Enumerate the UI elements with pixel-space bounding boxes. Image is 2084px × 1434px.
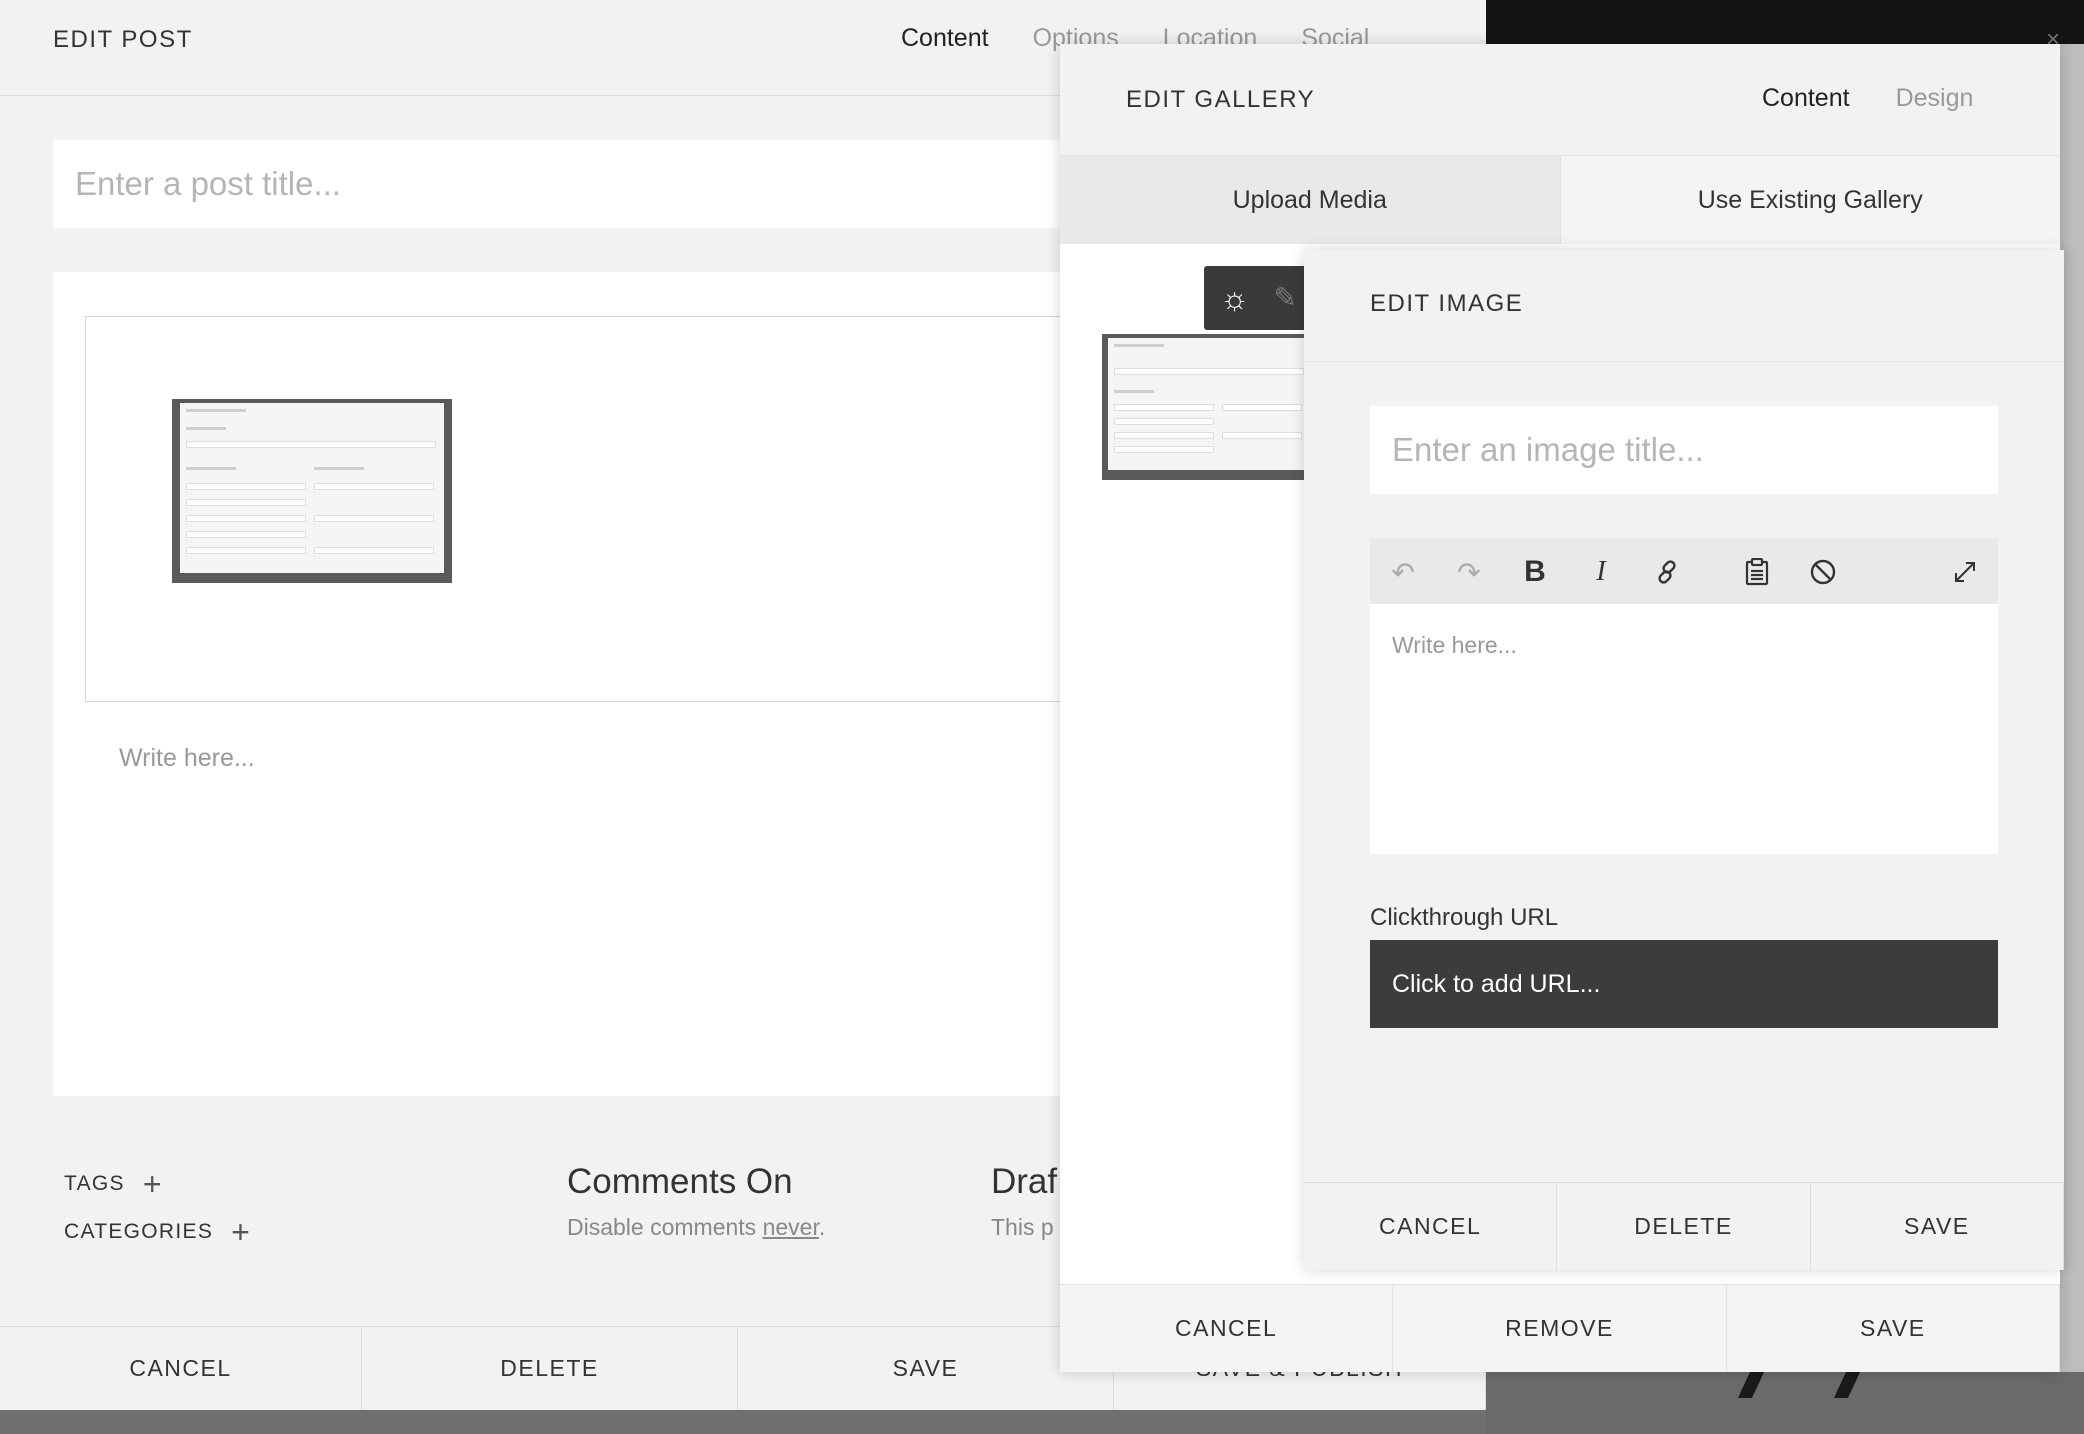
thumbnail-line <box>1114 344 1164 347</box>
edit-gallery-header: EDIT GALLERY Content Design <box>1060 44 2060 156</box>
image-save-button[interactable]: SAVE <box>1811 1183 2064 1270</box>
thumbnail-field <box>186 515 306 522</box>
thumbnail-line <box>1114 390 1154 393</box>
edit-image-panel: EDIT IMAGE ↶ ↷ B I Write here... Clickth… <box>1304 250 2064 1270</box>
thumbnail-preview <box>1108 338 1312 470</box>
add-tag-icon[interactable]: + <box>143 1168 163 1200</box>
gallery-source-tabs: Upload Media Use Existing Gallery <box>1060 156 2060 244</box>
gallery-thumbnail[interactable] <box>172 399 452 583</box>
comments-text-suffix: . <box>818 1214 826 1240</box>
background-strip <box>0 1410 1486 1434</box>
comments-heading: Comments On <box>567 1162 793 1201</box>
italic-icon[interactable]: I <box>1584 555 1618 589</box>
gallery-remove-button[interactable]: REMOVE <box>1393 1285 1727 1372</box>
pencil-icon[interactable]: ✎ <box>1273 282 1296 314</box>
tags-control: TAGS + <box>64 1168 163 1200</box>
thumbnail-field <box>1114 446 1214 453</box>
expand-icon[interactable] <box>1948 555 1982 589</box>
thumbnail-field <box>1114 432 1214 439</box>
image-cancel-button[interactable]: CANCEL <box>1304 1183 1558 1270</box>
gallery-item-thumbnail[interactable] <box>1102 334 1312 480</box>
categories-control: CATEGORIES + <box>64 1216 251 1248</box>
edit-image-title: EDIT IMAGE <box>1370 290 1524 317</box>
post-body-placeholder: Write here... <box>119 744 255 772</box>
undo-icon[interactable]: ↶ <box>1386 555 1420 589</box>
clickthrough-url-field[interactable]: Click to add URL... <box>1370 940 1998 1028</box>
thumbnail-field <box>1222 432 1302 439</box>
thumbnail-field <box>314 483 434 490</box>
thumbnail-preview <box>180 403 444 573</box>
draft-heading: Draf <box>991 1162 1058 1201</box>
gallery-tab-design[interactable]: Design <box>1896 84 1974 113</box>
thumbnail-field <box>186 499 306 506</box>
thumbnail-field <box>186 441 436 448</box>
thumbnail-field <box>314 515 434 522</box>
clickthrough-url-label: Clickthrough URL <box>1370 904 1559 931</box>
edit-image-footer: CANCEL DELETE SAVE <box>1304 1182 2064 1270</box>
comments-text-prefix: Disable comments <box>567 1214 763 1240</box>
thumbnail-field <box>186 483 306 490</box>
post-cancel-button[interactable]: CANCEL <box>0 1327 362 1410</box>
thumbnail-field <box>1114 368 1304 375</box>
categories-label: CATEGORIES <box>64 1220 214 1243</box>
redo-icon[interactable]: ↷ <box>1452 555 1486 589</box>
post-save-button[interactable]: SAVE <box>738 1327 1114 1410</box>
thumbnail-line <box>186 427 226 430</box>
comments-never-link[interactable]: never <box>763 1214 819 1240</box>
upload-media-tab[interactable]: Upload Media <box>1060 156 1560 244</box>
thumbnail-field <box>1222 404 1302 411</box>
edit-image-header: EDIT IMAGE <box>1304 250 2064 362</box>
thumbnail-line <box>186 409 246 412</box>
thumbnail-field <box>1114 418 1214 425</box>
image-delete-button[interactable]: DELETE <box>1557 1183 1811 1270</box>
thumbnail-field <box>314 547 434 554</box>
add-category-icon[interactable]: + <box>231 1216 251 1248</box>
edit-post-title: EDIT POST <box>53 26 193 53</box>
gallery-tab-content[interactable]: Content <box>1762 84 1850 113</box>
comments-description: Disable comments never. <box>567 1214 825 1241</box>
thumbnail-line <box>186 467 236 470</box>
gallery-save-button[interactable]: SAVE <box>1727 1285 2060 1372</box>
clear-format-icon[interactable] <box>1806 555 1840 589</box>
edit-gallery-tabs: Content Design <box>1762 84 1973 113</box>
gallery-cancel-button[interactable]: CANCEL <box>1060 1285 1394 1372</box>
background-top-bar <box>1486 0 2084 44</box>
settings-icon[interactable]: ☼ <box>1220 282 1249 314</box>
tags-label: TAGS <box>64 1172 125 1195</box>
use-existing-gallery-tab[interactable]: Use Existing Gallery <box>1559 156 2060 244</box>
image-description-editor[interactable]: ↶ ↷ B I Write here... <box>1370 538 1998 854</box>
thumbnail-field <box>186 531 306 538</box>
tab-content[interactable]: Content <box>901 24 989 53</box>
thumbnail-field <box>1114 404 1214 411</box>
image-title-input[interactable] <box>1370 406 1998 494</box>
post-delete-button[interactable]: DELETE <box>362 1327 738 1410</box>
edit-gallery-title: EDIT GALLERY <box>1126 86 1316 113</box>
background-footer <box>1486 1372 2084 1434</box>
edit-gallery-footer: CANCEL REMOVE SAVE <box>1060 1284 2060 1372</box>
bold-icon[interactable]: B <box>1518 555 1552 589</box>
paste-icon[interactable] <box>1740 555 1774 589</box>
link-icon[interactable] <box>1650 555 1684 589</box>
thumbnail-field <box>186 547 306 554</box>
thumbnail-line <box>314 467 364 470</box>
rich-text-toolbar: ↶ ↷ B I <box>1370 538 1998 604</box>
draft-description: This p <box>991 1214 1054 1240</box>
image-description-placeholder: Write here... <box>1392 632 1517 658</box>
